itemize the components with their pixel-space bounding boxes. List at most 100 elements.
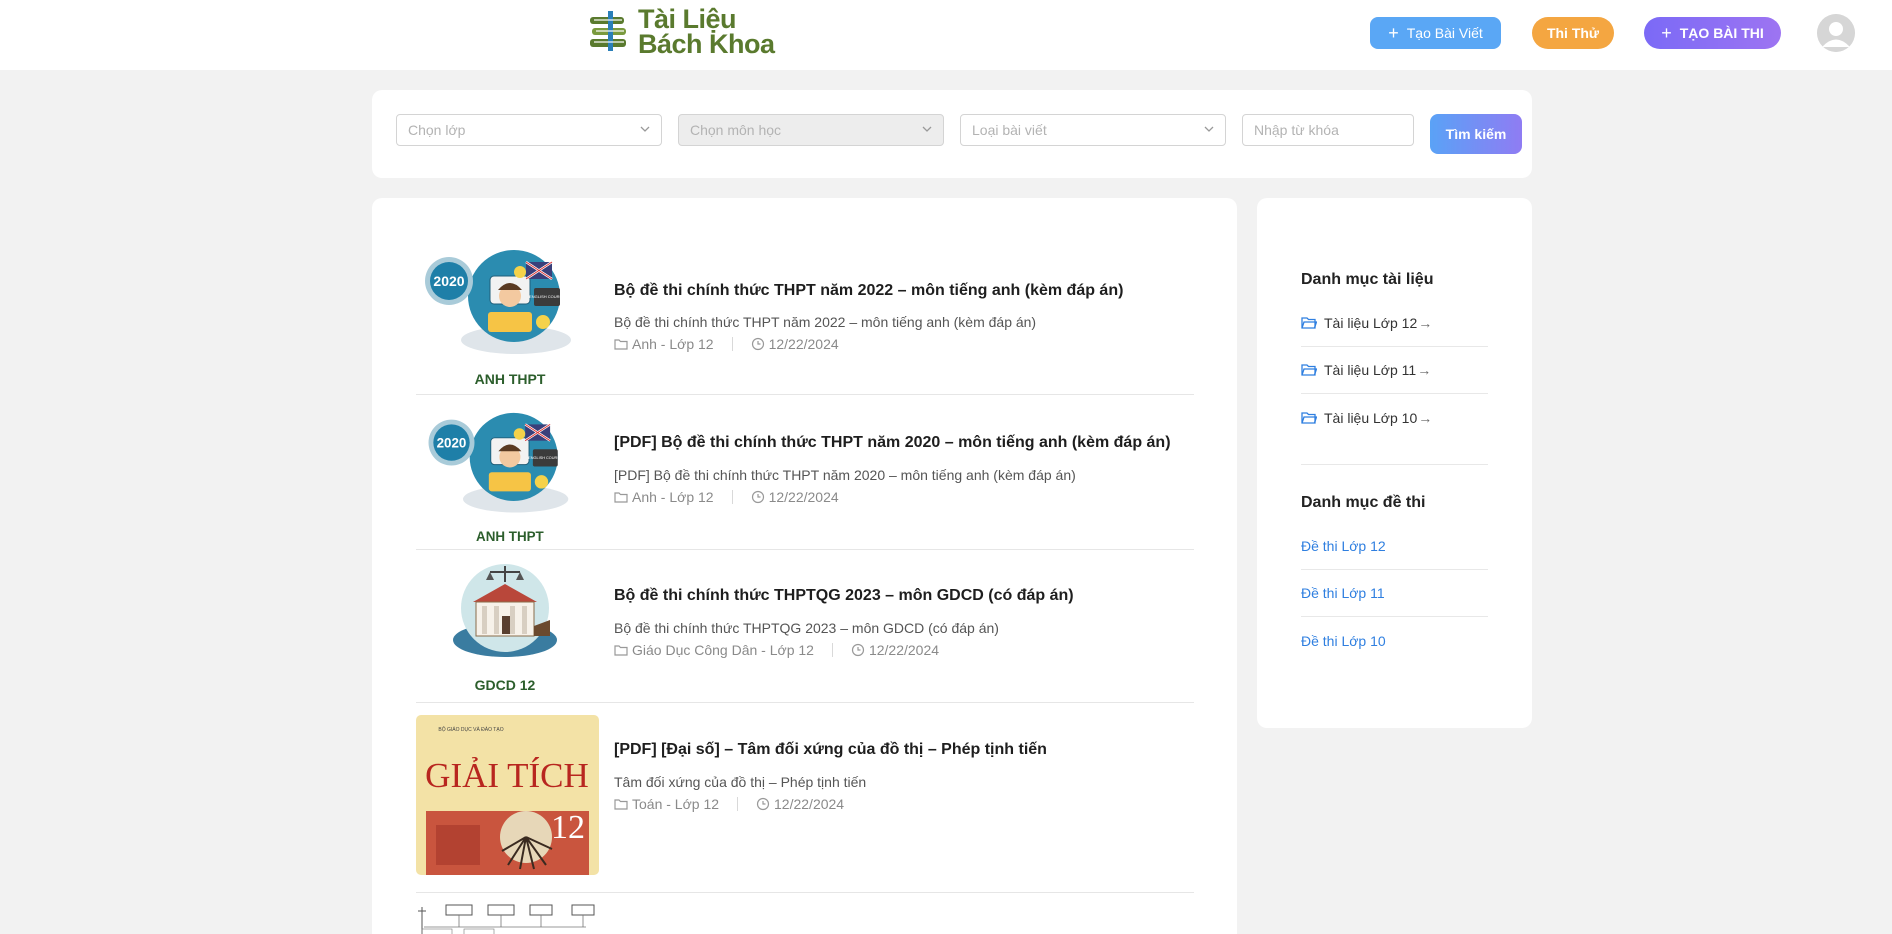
sidebar-exam-label: Đề thi Lớp 10: [1301, 632, 1386, 649]
top-navbar: Tài Liệu Bách Khoa + Tạo Bài Viết Thi Th…: [0, 0, 1892, 70]
clock-icon: [851, 643, 865, 657]
sidebar-doc-label: Tài liệu Lớp 10: [1324, 409, 1418, 426]
post-item[interactable]: 2020 ENGLISH COURSE ANH THPT Bộ đề thi c…: [416, 248, 1194, 395]
post-category: Anh - Lớp 12: [632, 336, 714, 352]
sidebar-doc-link[interactable]: Tài liệu Lớp 12 →: [1301, 300, 1488, 347]
plus-icon: +: [1388, 22, 1399, 43]
class-select-placeholder: Chọn lớp: [408, 122, 466, 138]
sidebar-exam-link[interactable]: Đề thi Lớp 11: [1301, 570, 1488, 617]
class-select[interactable]: Chọn lớp: [396, 114, 662, 146]
sidebar-exam-link[interactable]: Đề thi Lớp 12: [1301, 523, 1488, 570]
create-exam-button[interactable]: + TẠO BÀI THI: [1644, 17, 1781, 49]
clock-icon: [751, 337, 764, 351]
folder-icon: [614, 645, 628, 656]
post-type-select[interactable]: Loại bài viết: [960, 114, 1226, 146]
post-title[interactable]: Bộ đề thi chính thức THPTQG 2023 – môn G…: [614, 587, 1074, 605]
post-meta: Toán - Lớp 12 12/22/2024: [614, 796, 844, 812]
post-meta: Giáo Dục Công Dân - Lớp 12 12/22/2024: [614, 642, 939, 658]
post-desc: Tâm đối xứng của đồ thị – Phép tịnh tiến: [614, 774, 867, 790]
sidebar-exam-label: Đề thi Lớp 11: [1301, 585, 1385, 601]
trial-exam-label: Thi Thử: [1546, 25, 1600, 41]
meta-divider: [731, 490, 733, 504]
post-title[interactable]: Bộ đề thi chính thức THPT năm 2022 – môn…: [614, 282, 1123, 300]
post-item[interactable]: [416, 893, 1194, 934]
post-list: 2020 ENGLISH COURSE ANH THPT Bộ đề thi c…: [372, 198, 1237, 934]
post-title[interactable]: [PDF] [Đại số] – Tâm đối xứng của đồ thị…: [614, 741, 1047, 759]
create-post-button[interactable]: + Tạo Bài Viết: [1370, 17, 1501, 49]
plus-icon: +: [1661, 22, 1672, 43]
logo-line-2: Bách Khoa: [638, 29, 775, 59]
book-publisher: BỘ GIÁO DỤC VÀ ĐÀO TẠO: [438, 726, 503, 733]
post-desc: Bộ đề thi chính thức THPTQG 2023 – môn G…: [614, 620, 999, 636]
post-thumbnail[interactable]: [416, 903, 599, 934]
meta-divider: [737, 797, 739, 811]
meta-divider: [831, 643, 833, 657]
keyword-placeholder: Nhập từ khóa: [1254, 122, 1339, 138]
post-category: Anh - Lớp 12: [632, 489, 714, 505]
sidebar-doc-label: Tài liệu Lớp 12: [1324, 315, 1418, 331]
thumb-caption: ANH THPT: [475, 371, 546, 387]
post-category: Giáo Dục Công Dân - Lớp 12: [632, 642, 814, 658]
folder-icon: [614, 492, 628, 503]
create-exam-label: TẠO BÀI THI: [1679, 25, 1764, 41]
post-date: 12/22/2024: [774, 796, 845, 812]
folder-icon: [614, 799, 628, 810]
course-label: ENGLISH COURSE: [529, 294, 565, 299]
arrow-right-icon: →: [1418, 315, 1433, 331]
clock-icon: [751, 490, 764, 504]
post-thumbnail[interactable]: BỘ GIÁO DỤC VÀ ĐÀO TẠO GIẢI TÍCH 12: [416, 715, 599, 875]
create-post-label: Tạo Bài Viết: [1406, 25, 1483, 41]
sidebar-exam-label: Đề thi Lớp 12: [1301, 538, 1386, 554]
folder-icon: [1301, 364, 1317, 376]
sidebar-doc-label: Tài liệu Lớp 11: [1324, 362, 1417, 378]
sidebar-exam-link[interactable]: Đề thi Lớp 10: [1301, 617, 1488, 664]
folder-icon: [1301, 317, 1317, 329]
sidebar: Danh mục tài liệu Tài liệu Lớp 12 → Tài …: [1257, 198, 1532, 728]
docs-category-heading: Danh mục tài liệu: [1301, 271, 1434, 288]
arrow-right-icon: →: [1418, 409, 1433, 426]
folder-icon: [1301, 411, 1317, 424]
user-avatar-icon: [1817, 14, 1855, 52]
logo-text: Tài Liệu Bách Khoa: [638, 6, 775, 59]
search-filter-panel: Chọn lớp Chọn môn học Loại bài viết Nhập…: [372, 90, 1532, 178]
post-item[interactable]: BỘ GIÁO DỤC VÀ ĐÀO TẠO GIẢI TÍCH 12 [PDF…: [416, 703, 1194, 893]
year-badge: 2020: [437, 435, 467, 450]
post-thumbnail[interactable]: GDCD 12: [416, 562, 599, 698]
subject-select[interactable]: Chọn môn học: [678, 114, 944, 146]
post-type-placeholder: Loại bài viết: [972, 122, 1047, 138]
post-date: 12/22/2024: [768, 489, 839, 505]
post-date: 12/22/2024: [768, 336, 839, 352]
post-thumbnail[interactable]: 2020 ENGLISH COURSE ANH THPT: [416, 248, 599, 388]
post-meta: Anh - Lớp 12 12/22/2024: [614, 336, 839, 352]
post-item[interactable]: GDCD 12 Bộ đề thi chính thức THPTQG 2023…: [416, 550, 1194, 703]
post-date: 12/22/2024: [868, 642, 940, 658]
post-desc: [PDF] Bộ đề thi chính thức THPT năm 2020…: [614, 467, 1076, 483]
site-logo[interactable]: Tài Liệu Bách Khoa: [588, 6, 803, 59]
arrow-right-icon: →: [1417, 362, 1432, 378]
keyword-input[interactable]: Nhập từ khóa: [1242, 114, 1414, 146]
search-button[interactable]: Tìm kiếm: [1430, 114, 1522, 154]
exams-category-heading: Danh mục đề thi: [1301, 494, 1426, 511]
sidebar-doc-link[interactable]: Tài liệu Lớp 10 →: [1301, 394, 1488, 441]
chevron-down-icon: [640, 126, 650, 132]
trial-exam-button[interactable]: Thi Thử: [1532, 17, 1614, 49]
post-meta: Anh - Lớp 12 12/22/2024: [614, 489, 839, 505]
sidebar-divider: [1301, 464, 1488, 465]
thumb-caption: GDCD 12: [475, 677, 536, 693]
book-title: GIẢI TÍCH: [425, 756, 589, 795]
post-item[interactable]: 2020 ENGLISH COURSE ANH THPT [PDF] Bộ đề…: [416, 395, 1194, 550]
user-avatar[interactable]: [1817, 14, 1855, 52]
meta-divider: [731, 337, 733, 351]
sidebar-doc-link[interactable]: Tài liệu Lớp 11 →: [1301, 347, 1488, 394]
post-title[interactable]: [PDF] Bộ đề thi chính thức THPT năm 2020…: [614, 434, 1171, 452]
subject-select-placeholder: Chọn môn học: [690, 122, 782, 138]
course-label: ENGLISH COURSE: [528, 456, 563, 460]
post-desc: Bộ đề thi chính thức THPT năm 2022 – môn…: [614, 314, 1037, 330]
year-badge: 2020: [433, 273, 464, 289]
logo-books-icon: [590, 11, 626, 51]
thumb-caption: ANH THPT: [476, 529, 545, 544]
post-thumbnail[interactable]: 2020 ENGLISH COURSE ANH THPT: [416, 411, 599, 545]
folder-icon: [614, 339, 628, 350]
chevron-down-icon: [922, 126, 932, 132]
post-category: Toán - Lớp 12: [632, 796, 720, 812]
